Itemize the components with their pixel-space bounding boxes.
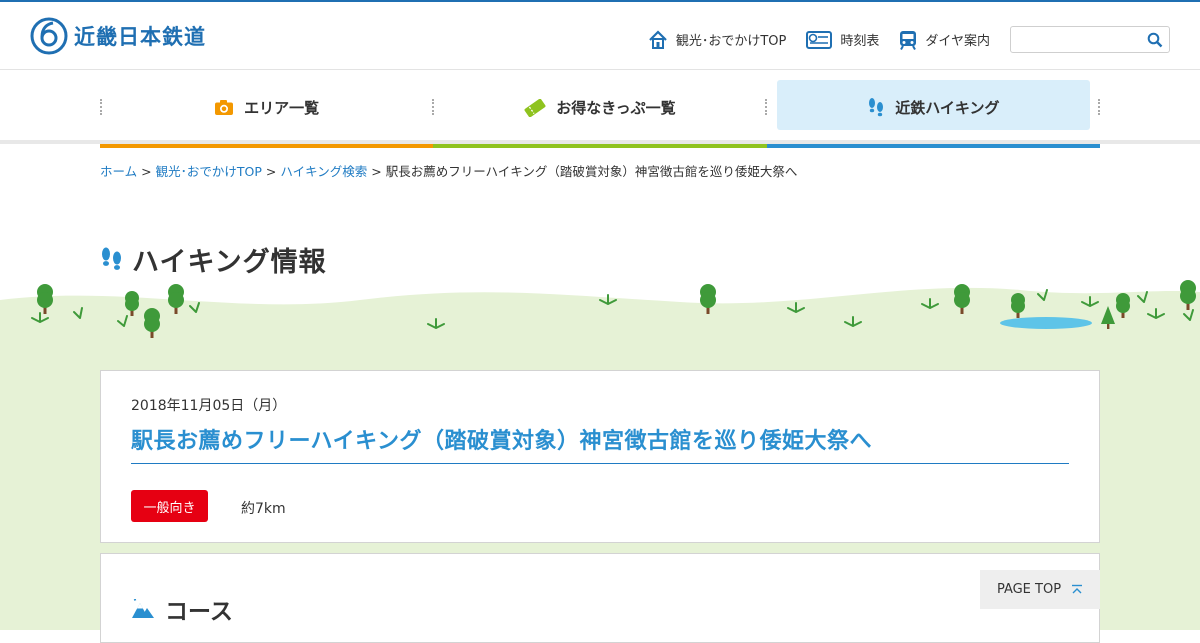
link-sightseeing-top[interactable]: 観光･おでかけTOP <box>648 29 787 50</box>
nav-item-kintetsu-hiking[interactable]: 近鉄ハイキング <box>766 71 1100 148</box>
nav-item-area-list[interactable]: エリア一覧 <box>100 71 434 148</box>
breadcrumb-separator: > <box>371 164 382 179</box>
camera-icon <box>215 100 234 115</box>
search-box <box>1010 26 1170 53</box>
nav-item-area-list-label: エリア一覧 <box>244 99 320 117</box>
link-route-guide-label: ダイヤ案内 <box>925 34 990 49</box>
link-route-guide[interactable]: ダイヤ案内 <box>899 30 990 50</box>
breadcrumb-sightseeing-top[interactable]: 観光･おでかけTOP <box>156 164 262 179</box>
page-title: ハイキング情報 <box>100 240 327 279</box>
pond <box>1000 317 1092 329</box>
search-input[interactable] <box>1011 27 1141 52</box>
utility-nav: 観光･おでかけTOP 時刻表 ダイヤ案内 <box>648 26 1170 53</box>
event-summary-card: 2018年11月05日（月） 駅長お薦めフリーハイキング（踏破賞対象）神宮徴古館… <box>100 370 1100 543</box>
breadcrumb-home[interactable]: ホーム <box>100 164 137 179</box>
timetable-icon <box>806 30 833 49</box>
mountain-icon <box>132 599 154 618</box>
breadcrumb-separator: > <box>265 164 277 179</box>
global-nav: エリア一覧 お得なきっぷ一覧 近鉄ハイキング <box>0 71 1200 148</box>
level-badge: 一般向き <box>131 490 208 522</box>
event-title: 駅長お薦めフリーハイキング（踏破賞対象）神宮徴古館を巡り倭姫大祭へ <box>131 423 1069 464</box>
home-icon <box>649 29 667 49</box>
ticket-icon <box>524 98 546 117</box>
footprints-icon <box>869 97 884 116</box>
train-icon <box>900 30 917 50</box>
page-top-button[interactable]: PAGE TOP <box>980 570 1100 609</box>
kintetsu-logo-icon <box>30 17 68 55</box>
nav-color-bar <box>433 144 767 148</box>
event-date: 2018年11月05日（月） <box>131 398 287 414</box>
page-title-text: ハイキング情報 <box>132 247 327 278</box>
course-heading: コース <box>131 592 233 626</box>
nav-item-ticket-list-label: お得なきっぷ一覧 <box>556 99 676 117</box>
event-distance: 約7km <box>241 501 286 517</box>
site-header: 近畿日本鉄道 観光･おでかけTOP 時刻表 ダイヤ案内 <box>0 2 1200 70</box>
breadcrumb-hiking-search[interactable]: ハイキング検索 <box>280 164 367 179</box>
link-timetable[interactable]: 時刻表 <box>806 30 879 49</box>
chevron-up-icon <box>1072 584 1083 593</box>
nav-color-bar <box>100 144 434 148</box>
search-button[interactable] <box>1147 32 1163 52</box>
nav-color-bar <box>766 144 1100 148</box>
link-sightseeing-top-label: 観光･おでかけTOP <box>675 34 787 49</box>
nav-item-kintetsu-hiking-label: 近鉄ハイキング <box>895 99 1000 117</box>
link-timetable-label: 時刻表 <box>840 34 880 49</box>
course-heading-text: コース <box>165 599 233 625</box>
search-icon <box>1147 32 1163 48</box>
footprints-icon <box>102 247 121 270</box>
breadcrumb-separator: > <box>141 164 152 179</box>
nav-item-ticket-list[interactable]: お得なきっぷ一覧 <box>433 71 767 148</box>
breadcrumb: ホーム > 観光･おでかけTOP > ハイキング検索 > 駅長お薦めフリーハイキング（踏破賞… <box>100 161 797 180</box>
kintetsu-logo[interactable]: 近畿日本鉄道 <box>30 17 206 55</box>
page-top-label: PAGE TOP <box>996 582 1062 597</box>
breadcrumb-current: 駅長お薦めフリーハイキング（踏破賞対象）神宮徴古館を巡り倭姫大祭へ <box>385 164 798 179</box>
logo-text: 近畿日本鉄道 <box>74 25 206 49</box>
